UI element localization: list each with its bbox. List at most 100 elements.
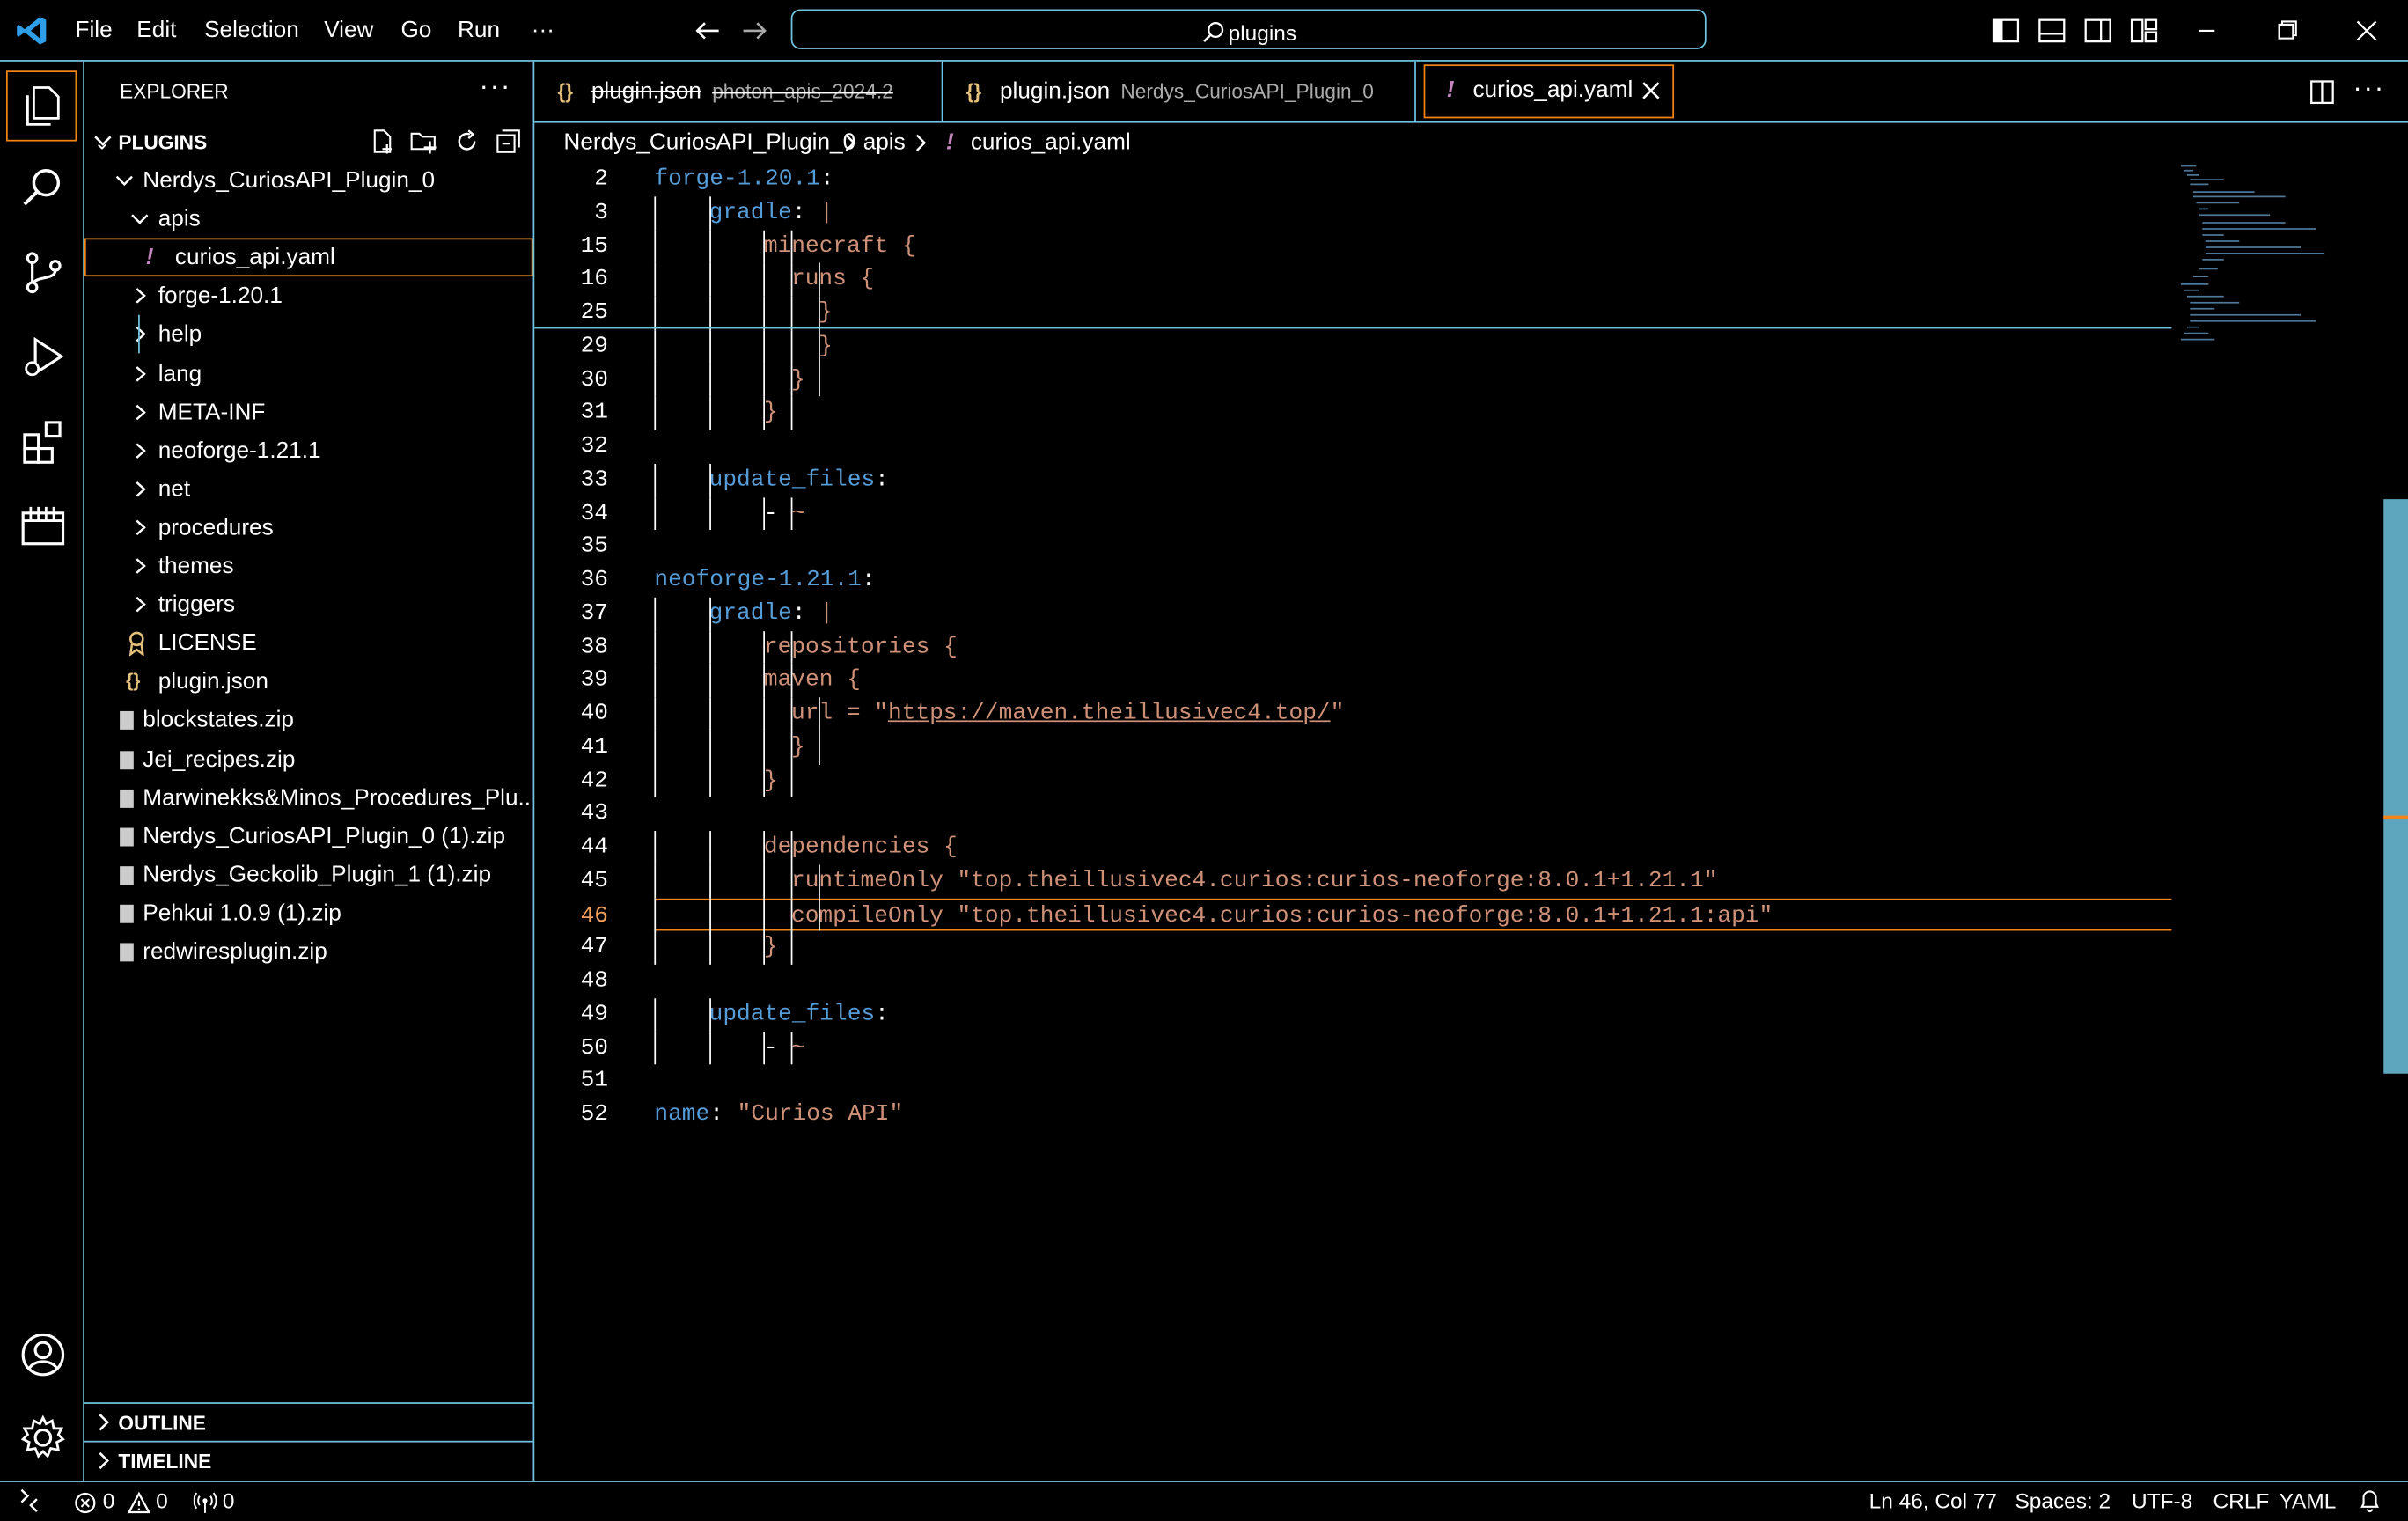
scrollbar-cursor-marker <box>2383 815 2408 819</box>
customize-layout-icon[interactable] <box>2129 15 2160 46</box>
source-control-icon[interactable] <box>18 247 68 297</box>
breadcrumb-apis[interactable]: apis <box>863 123 906 162</box>
tree-item-label: curios_api.yaml <box>174 244 335 271</box>
indent-guide <box>654 1031 657 1065</box>
breadcrumb-file[interactable]: curios_api.yaml <box>971 123 1131 162</box>
indent-guide <box>709 195 711 230</box>
menu-run[interactable]: Run <box>458 0 500 62</box>
tree-item[interactable]: Pehkui 1.0.9 (1).zip <box>84 893 533 932</box>
json-file-icon: {} <box>126 670 141 692</box>
tab-curios-api-yaml[interactable]: ! curios_api.yaml <box>1423 64 1675 119</box>
line-number: 34 <box>580 499 609 526</box>
vertical-scrollbar-thumb[interactable] <box>2383 499 2408 1074</box>
menu-view[interactable]: View <box>324 0 373 62</box>
toggle-primary-sidebar-icon[interactable] <box>1991 15 2022 46</box>
settings-gear-icon[interactable] <box>18 1413 68 1462</box>
editor-more-actions-icon[interactable]: ··· <box>2353 72 2385 105</box>
split-editor-icon[interactable] <box>2307 77 2338 107</box>
code-link[interactable]: https://maven.theillusivec4.top/ <box>888 701 1331 727</box>
language-mode[interactable]: YAML <box>2280 1482 2337 1521</box>
tree-item[interactable]: redwiresplugin.zip <box>84 932 533 971</box>
explorer-more-actions-icon[interactable]: ··· <box>479 70 511 103</box>
notifications-bell-icon[interactable] <box>2358 1488 2382 1513</box>
code-lines: 2 forge-1.20.1: 3 gradle: | 15 minecraft {16 r… <box>534 161 2177 1481</box>
minimap[interactable] <box>2177 161 2386 361</box>
chevron-down-icon <box>115 161 136 200</box>
tree-item[interactable]: blockstates.zip <box>84 701 533 739</box>
breadcrumb-folder[interactable]: Nerdys_CuriosAPI_Plugin_0 <box>563 123 855 162</box>
extensions-icon[interactable] <box>18 416 68 466</box>
restore-window-icon[interactable] <box>2272 15 2302 46</box>
close-window-icon[interactable] <box>2352 15 2382 46</box>
remote-indicator-icon[interactable] <box>15 1487 42 1514</box>
indent-guide <box>709 363 711 397</box>
tree-item[interactable]: ! curios_api.yaml <box>84 238 533 277</box>
new-file-icon[interactable] <box>369 128 396 155</box>
accounts-icon[interactable] <box>18 1330 68 1379</box>
tree-item[interactable]: Nerdys_CuriosAPI_Plugin_0 (1).zip <box>84 817 533 856</box>
tree-item[interactable]: Nerdys_Geckolib_Plugin_1 (1).zip <box>84 856 533 894</box>
tree-item[interactable]: net <box>84 470 533 509</box>
code-text: } <box>791 364 805 397</box>
code-token: | <box>819 599 834 627</box>
toggle-panel-icon[interactable] <box>2037 15 2067 46</box>
refresh-icon[interactable] <box>453 128 481 155</box>
search-view-icon[interactable] <box>18 163 68 212</box>
tree-item[interactable]: Jei_recipes.zip <box>84 739 533 778</box>
menu-more[interactable]: ··· <box>532 0 554 62</box>
tree-item-label: help <box>158 321 202 349</box>
menu-selection[interactable]: Selection <box>204 0 299 62</box>
tree-item[interactable]: forge-1.20.1 <box>84 277 533 316</box>
tree-item[interactable]: apis <box>84 200 533 239</box>
explorer-icon[interactable] <box>5 70 77 142</box>
tree-item[interactable]: triggers <box>84 585 533 624</box>
tree-item[interactable]: META-INF <box>84 393 533 431</box>
line-number: 39 <box>580 666 609 694</box>
tree-item[interactable]: lang <box>84 354 533 393</box>
tree-item[interactable]: {} plugin.json <box>84 663 533 702</box>
minimize-window-icon[interactable] <box>2191 15 2222 46</box>
indent-guide <box>790 731 793 765</box>
new-folder-icon[interactable] <box>410 128 437 155</box>
tree-item[interactable]: themes <box>84 547 533 585</box>
menu-file[interactable]: File <box>76 0 113 62</box>
tree-item[interactable]: help <box>84 315 533 354</box>
tab-plugin-json-photon[interactable]: {} plugin.json photon_apis_2024.2 <box>534 61 943 121</box>
tree-item[interactable]: Marwinekks&Minos_Procedures_Plu... <box>84 778 533 817</box>
indent-guide <box>819 863 820 898</box>
problems-indicator[interactable]: 0 0 <box>74 1482 168 1521</box>
timeline-section-header[interactable]: TIMELINE <box>84 1440 533 1481</box>
code-editor[interactable]: 2 forge-1.20.1: 3 gradle: | 15 minecraft {16 r… <box>534 161 2408 1481</box>
tree-item-label: META-INF <box>158 398 266 425</box>
line-number: 35 <box>580 533 609 560</box>
menu-go[interactable]: Go <box>400 0 431 62</box>
outline-section-header[interactable]: OUTLINE <box>84 1402 533 1441</box>
tree-item[interactable]: procedures <box>84 508 533 547</box>
end-of-line[interactable]: CRLF <box>2213 1482 2270 1521</box>
collapse-all-icon[interactable] <box>495 128 522 155</box>
encoding[interactable]: UTF-8 <box>2132 1482 2192 1521</box>
menu-edit[interactable]: Edit <box>136 0 176 62</box>
back-arrow-icon[interactable] <box>693 15 723 46</box>
toggle-secondary-sidebar-icon[interactable] <box>2082 15 2113 46</box>
cursor-position[interactable]: Ln 46, Col 77 <box>1869 1482 1997 1521</box>
tab-plugin-json-curios[interactable]: {} plugin.json Nerdys_CuriosAPI_Plugin_0 <box>943 61 1416 121</box>
forward-arrow-icon[interactable] <box>738 15 769 46</box>
tree-item[interactable]: Nerdys_CuriosAPI_Plugin_0 <box>84 161 533 200</box>
run-and-debug-icon[interactable] <box>18 332 68 381</box>
code-token: } <box>819 333 833 359</box>
plugins-section-header[interactable]: ⌄ PLUGINS <box>84 123 533 162</box>
indent-guide <box>790 363 793 397</box>
code-text: maven { <box>764 664 861 697</box>
license-file-icon <box>126 631 147 657</box>
code-token: } <box>763 934 778 961</box>
command-center-search[interactable]: plugins <box>790 9 1707 49</box>
tree-item[interactable]: neoforge-1.21.1 <box>84 431 533 470</box>
close-tab-icon[interactable] <box>1641 80 1662 101</box>
indentation[interactable]: Spaces: 2 <box>2015 1482 2111 1521</box>
ports-indicator[interactable]: 0 <box>193 1482 234 1521</box>
tree-item-label: Marwinekks&Minos_Procedures_Plu... <box>143 783 533 811</box>
indent-guide <box>790 630 793 665</box>
testing-icon[interactable] <box>18 501 68 550</box>
tree-item[interactable]: LICENSE <box>84 624 533 663</box>
